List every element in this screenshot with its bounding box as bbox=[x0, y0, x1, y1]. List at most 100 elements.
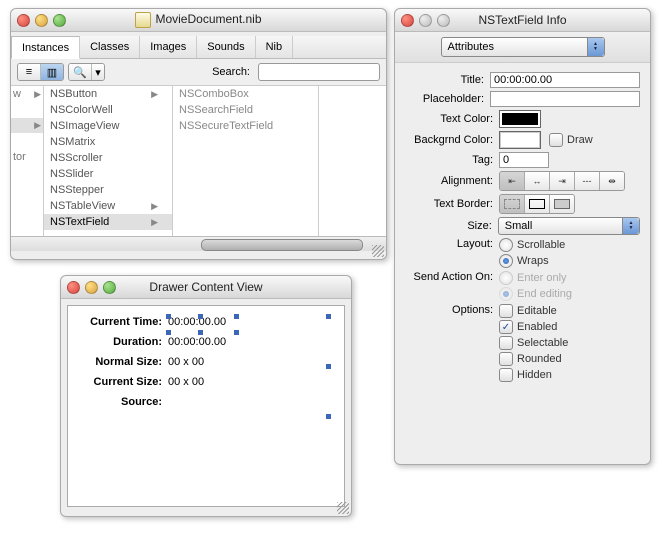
selection-handle[interactable] bbox=[326, 414, 331, 419]
drawer-titlebar[interactable]: Drawer Content View bbox=[61, 276, 351, 299]
tag-field[interactable] bbox=[499, 152, 549, 168]
popup-arrows-icon[interactable] bbox=[587, 38, 604, 56]
selection-handle[interactable] bbox=[198, 314, 203, 319]
tab-images[interactable]: Images bbox=[140, 36, 197, 58]
search-scope-icon[interactable]: 🔍 bbox=[69, 64, 92, 80]
alignment-segment[interactable]: ⇤ ↔ ⇥ --- ⇹ bbox=[499, 171, 625, 191]
layout-scrollable-radio[interactable]: Scrollable bbox=[499, 238, 565, 252]
list-item[interactable]: NSButton▶ bbox=[44, 86, 172, 102]
horizontal-scrollbar[interactable] bbox=[11, 236, 386, 251]
list-item[interactable] bbox=[11, 165, 43, 181]
list-item[interactable]: NSSlider bbox=[44, 166, 172, 182]
tab-classes[interactable]: Classes bbox=[80, 36, 140, 58]
selection-handle[interactable] bbox=[326, 314, 331, 319]
draw-checkbox[interactable]: Draw bbox=[549, 133, 593, 147]
layout-label: Layout: bbox=[405, 238, 493, 250]
title-field[interactable] bbox=[490, 72, 640, 88]
size-popup[interactable]: Small bbox=[498, 217, 640, 235]
align-left-icon[interactable]: ⇤ bbox=[500, 172, 525, 190]
nib-titlebar[interactable]: MovieDocument.nib bbox=[11, 9, 386, 32]
column-2[interactable]: NSComboBoxNSSearchFieldNSSecureTextField bbox=[173, 86, 319, 236]
list-item[interactable]: NSSecureTextField bbox=[173, 118, 318, 134]
list-item[interactable]: NSMatrix bbox=[44, 134, 172, 150]
zoom-icon[interactable] bbox=[103, 281, 116, 294]
checkbox-icon bbox=[499, 368, 513, 382]
list-item[interactable]: NSStepper bbox=[44, 182, 172, 198]
option-rounded-checkbox[interactable]: Rounded bbox=[499, 352, 568, 366]
zoom-icon[interactable] bbox=[437, 14, 450, 27]
align-natural-icon[interactable]: --- bbox=[575, 172, 600, 190]
minimize-icon[interactable] bbox=[35, 14, 48, 27]
option-editable-checkbox[interactable]: Editable bbox=[499, 304, 568, 318]
sendaction-end-radio: End editing bbox=[499, 287, 572, 301]
list-item[interactable]: NSSearchField bbox=[173, 102, 318, 118]
selection-handle[interactable] bbox=[166, 314, 171, 319]
textcolor-well[interactable] bbox=[499, 110, 541, 128]
inspector-titlebar[interactable]: NSTextField Info bbox=[395, 9, 650, 32]
draw-label: Draw bbox=[567, 134, 593, 146]
list-item[interactable]: NSColorWell bbox=[44, 102, 172, 118]
checkbox-icon bbox=[499, 352, 513, 366]
selection-handle[interactable] bbox=[326, 364, 331, 369]
list-item[interactable]: NSTableView▶ bbox=[44, 198, 172, 214]
selection-handle[interactable] bbox=[234, 314, 239, 319]
selection-handle[interactable] bbox=[198, 330, 203, 335]
radio-icon bbox=[499, 238, 513, 252]
resize-handle-icon[interactable] bbox=[372, 245, 384, 257]
zoom-icon[interactable] bbox=[53, 14, 66, 27]
nib-tabs: Instances Classes Images Sounds Nib bbox=[11, 36, 386, 59]
form-row: Source: bbox=[68, 392, 344, 412]
form-value: 00 x 00 bbox=[168, 356, 204, 368]
list-item[interactable]: NSImageView bbox=[44, 118, 172, 134]
list-item[interactable]: w▶ bbox=[11, 86, 43, 102]
search-input[interactable] bbox=[258, 63, 380, 81]
border-segment[interactable] bbox=[499, 194, 575, 214]
border-bezel-icon[interactable] bbox=[550, 195, 574, 213]
inspector-mode-popup[interactable]: Attributes bbox=[441, 37, 605, 57]
scroll-thumb[interactable] bbox=[201, 239, 363, 251]
popup-arrows-icon[interactable] bbox=[622, 218, 639, 234]
align-center-icon[interactable]: ↔ bbox=[525, 172, 550, 190]
list-item[interactable]: ▶ bbox=[11, 118, 43, 133]
placeholder-field[interactable] bbox=[490, 91, 640, 107]
align-right-icon[interactable]: ⇥ bbox=[550, 172, 575, 190]
checkbox-icon bbox=[549, 133, 563, 147]
tab-sounds[interactable]: Sounds bbox=[197, 36, 255, 58]
border-none-icon[interactable] bbox=[500, 195, 525, 213]
selection-handle[interactable] bbox=[234, 330, 239, 335]
selection-handle[interactable] bbox=[166, 330, 171, 335]
drawer-content[interactable]: Current Time:00:00:00.00Duration:00:00:0… bbox=[67, 305, 345, 507]
nib-toolbar: ≡ ▥ 🔍 ▾ Search: bbox=[11, 59, 386, 86]
radio-icon bbox=[499, 271, 513, 285]
minimize-icon[interactable] bbox=[419, 14, 432, 27]
border-label: Text Border: bbox=[405, 198, 493, 210]
list-item[interactable]: NSComboBox bbox=[173, 86, 318, 102]
bgcolor-well[interactable] bbox=[499, 131, 541, 149]
option-hidden-checkbox[interactable]: Hidden bbox=[499, 368, 568, 382]
option-selectable-checkbox[interactable]: Selectable bbox=[499, 336, 568, 350]
view-mode-segment[interactable]: ≡ ▥ bbox=[17, 63, 64, 81]
list-item[interactable]: NSScroller bbox=[44, 150, 172, 166]
resize-handle-icon[interactable] bbox=[337, 502, 349, 514]
column-view-icon[interactable]: ▥ bbox=[41, 64, 63, 80]
tab-nib[interactable]: Nib bbox=[256, 36, 294, 58]
minimize-icon[interactable] bbox=[85, 281, 98, 294]
close-icon[interactable] bbox=[17, 14, 30, 27]
close-icon[interactable] bbox=[401, 14, 414, 27]
column-0[interactable]: w▶ ▶ tor bbox=[11, 86, 44, 236]
layout-wraps-radio[interactable]: Wraps bbox=[499, 254, 565, 268]
list-view-icon[interactable]: ≡ bbox=[18, 64, 41, 80]
list-item[interactable] bbox=[11, 102, 43, 118]
search-scope-segment[interactable]: 🔍 ▾ bbox=[68, 63, 105, 81]
drawer-window: Drawer Content View Current Time:00:00:0… bbox=[60, 275, 352, 517]
search-scope-menu-icon[interactable]: ▾ bbox=[92, 64, 104, 80]
option-enabled-checkbox[interactable]: ✓Enabled bbox=[499, 320, 568, 334]
align-justify-icon[interactable]: ⇹ bbox=[600, 172, 624, 190]
list-item[interactable]: NSTextField▶ bbox=[44, 214, 172, 230]
list-item[interactable] bbox=[11, 133, 43, 149]
tab-instances[interactable]: Instances bbox=[11, 36, 80, 59]
column-1[interactable]: NSButton▶NSColorWellNSImageViewNSMatrixN… bbox=[44, 86, 173, 236]
close-icon[interactable] bbox=[67, 281, 80, 294]
list-item[interactable]: tor bbox=[11, 149, 43, 165]
border-line-icon[interactable] bbox=[525, 195, 550, 213]
